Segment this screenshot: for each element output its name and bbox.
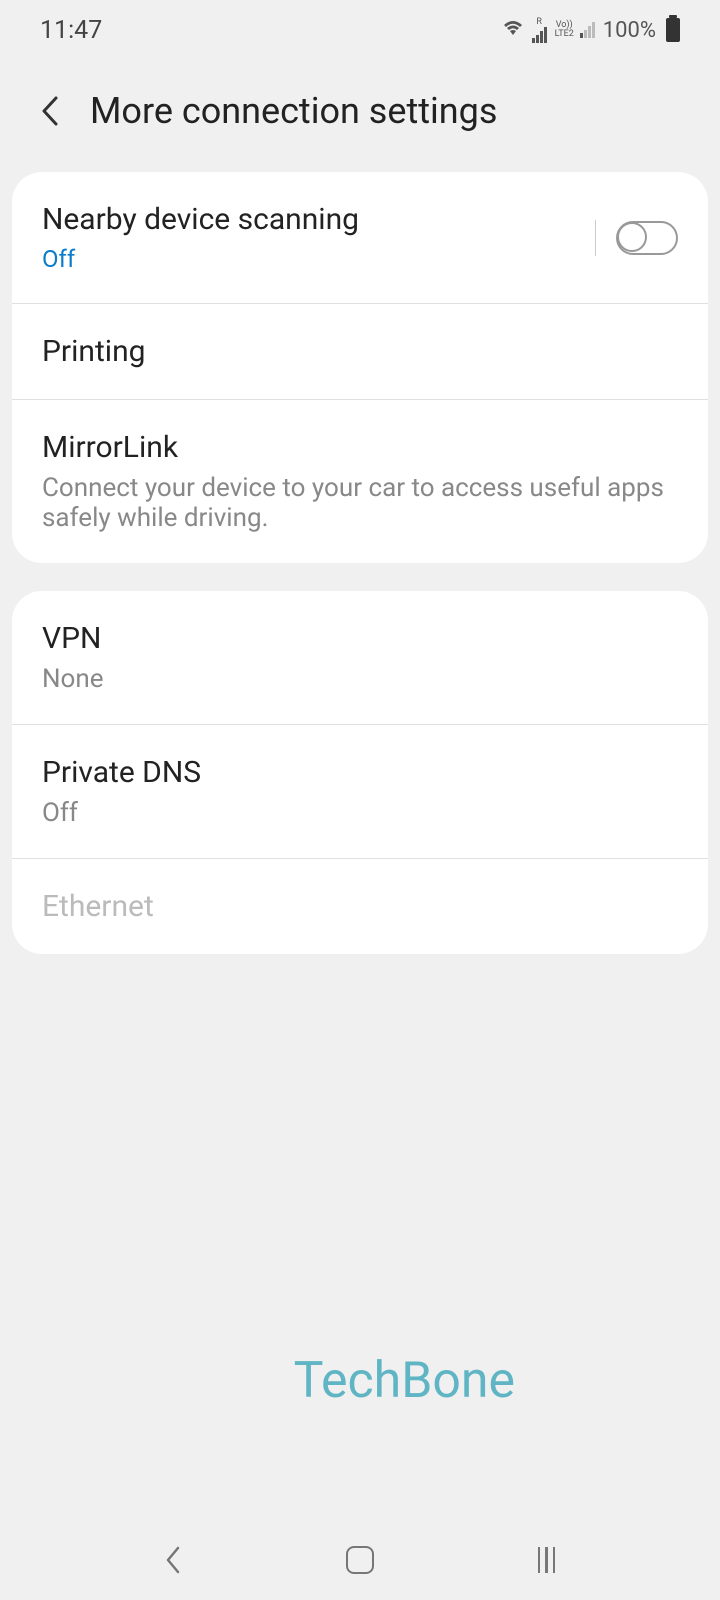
network-indicator-2: Vo)) LTE2 (555, 21, 595, 39)
nav-home-button[interactable] (345, 1545, 375, 1575)
vpn-item[interactable]: VPN None (12, 591, 708, 725)
item-subtitle: Off (42, 798, 678, 828)
network-indicator-1: R (532, 18, 547, 43)
ethernet-item: Ethernet (12, 859, 708, 954)
item-title: MirrorLink (42, 430, 678, 465)
item-title: Ethernet (42, 889, 678, 924)
header: More connection settings (0, 60, 720, 172)
item-title: Nearby device scanning (42, 202, 359, 237)
settings-group-2: VPN None Private DNS Off Ethernet (12, 591, 708, 954)
item-title: VPN (42, 621, 678, 656)
nav-back-button[interactable] (158, 1545, 188, 1575)
page-title: More connection settings (90, 90, 497, 132)
mirrorlink-item[interactable]: MirrorLink Connect your device to your c… (12, 400, 708, 563)
item-title: Private DNS (42, 755, 678, 790)
nearby-device-scanning-toggle[interactable] (616, 221, 678, 255)
status-right: R Vo)) LTE2 100% (502, 18, 680, 43)
settings-group-1: Nearby device scanning Off Printing Mirr… (12, 172, 708, 563)
toggle-divider (595, 220, 597, 256)
navigation-bar (0, 1520, 720, 1600)
item-subtitle: None (42, 664, 678, 694)
nearby-device-scanning-item[interactable]: Nearby device scanning Off (12, 172, 708, 304)
wifi-icon (502, 18, 524, 42)
back-button[interactable] (30, 91, 70, 131)
private-dns-item[interactable]: Private DNS Off (12, 725, 708, 859)
nav-recent-button[interactable] (532, 1545, 562, 1575)
watermark: TechBone (294, 1352, 515, 1410)
printing-item[interactable]: Printing (12, 304, 708, 400)
battery-icon (666, 18, 680, 42)
status-bar: 11:47 R Vo)) LTE2 100% (0, 0, 720, 60)
item-subtitle: Off (42, 245, 359, 273)
toggle-container (595, 220, 679, 256)
battery-percent: 100% (603, 18, 656, 43)
status-time: 11:47 (40, 16, 102, 45)
item-subtitle: Connect your device to your car to acces… (42, 473, 678, 533)
item-title: Printing (42, 334, 678, 369)
